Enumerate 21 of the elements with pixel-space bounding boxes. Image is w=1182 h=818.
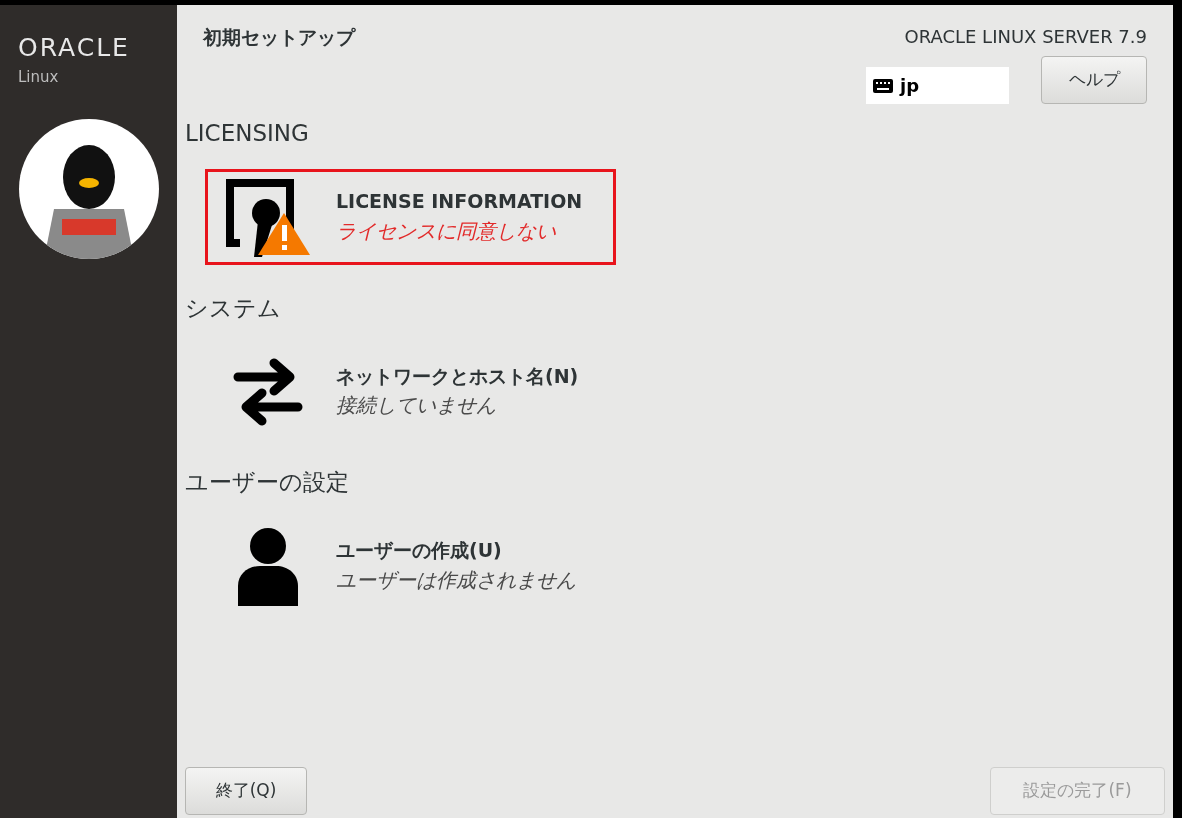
spoke-item[interactable]: ユーザーの作成(U) ユーザーは作成されません <box>205 517 616 614</box>
product-name: ORACLE LINUX SERVER 7.9 <box>904 25 1147 49</box>
spoke-status: ユーザーは作成されません <box>336 566 576 594</box>
spoke-title: ネットワークとホスト名(N) <box>336 363 579 389</box>
keyboard-layout-value: jp <box>900 74 920 98</box>
spoke-status: ライセンスに同意しない <box>336 217 557 245</box>
help-button[interactable]: ヘルプ <box>1041 56 1147 104</box>
spoke-title: ユーザーの作成(U) <box>336 538 503 564</box>
section-heading: システム <box>185 293 282 323</box>
keyboard-layout-field[interactable]: jp <box>866 67 1009 104</box>
spoke-title: LICENSE INFORMATION <box>336 189 583 215</box>
logo-brand: ORACLE <box>18 35 131 60</box>
keyboard-icon <box>872 77 894 94</box>
section-heading: LICENSING <box>185 119 310 148</box>
spoke-item[interactable]: LICENSE INFORMATION ライセンスに同意しない <box>205 168 616 265</box>
quit-button[interactable]: 終了(Q) <box>185 767 307 815</box>
spoke-item[interactable]: ネットワークとホスト名(N) 接続していません <box>205 343 616 439</box>
section-heading: ユーザーの設定 <box>185 468 350 497</box>
spoke-status: 接続していません <box>336 392 497 420</box>
screen-title: 初期セットアップ <box>203 25 355 50</box>
logo-product: Linux <box>18 67 60 88</box>
